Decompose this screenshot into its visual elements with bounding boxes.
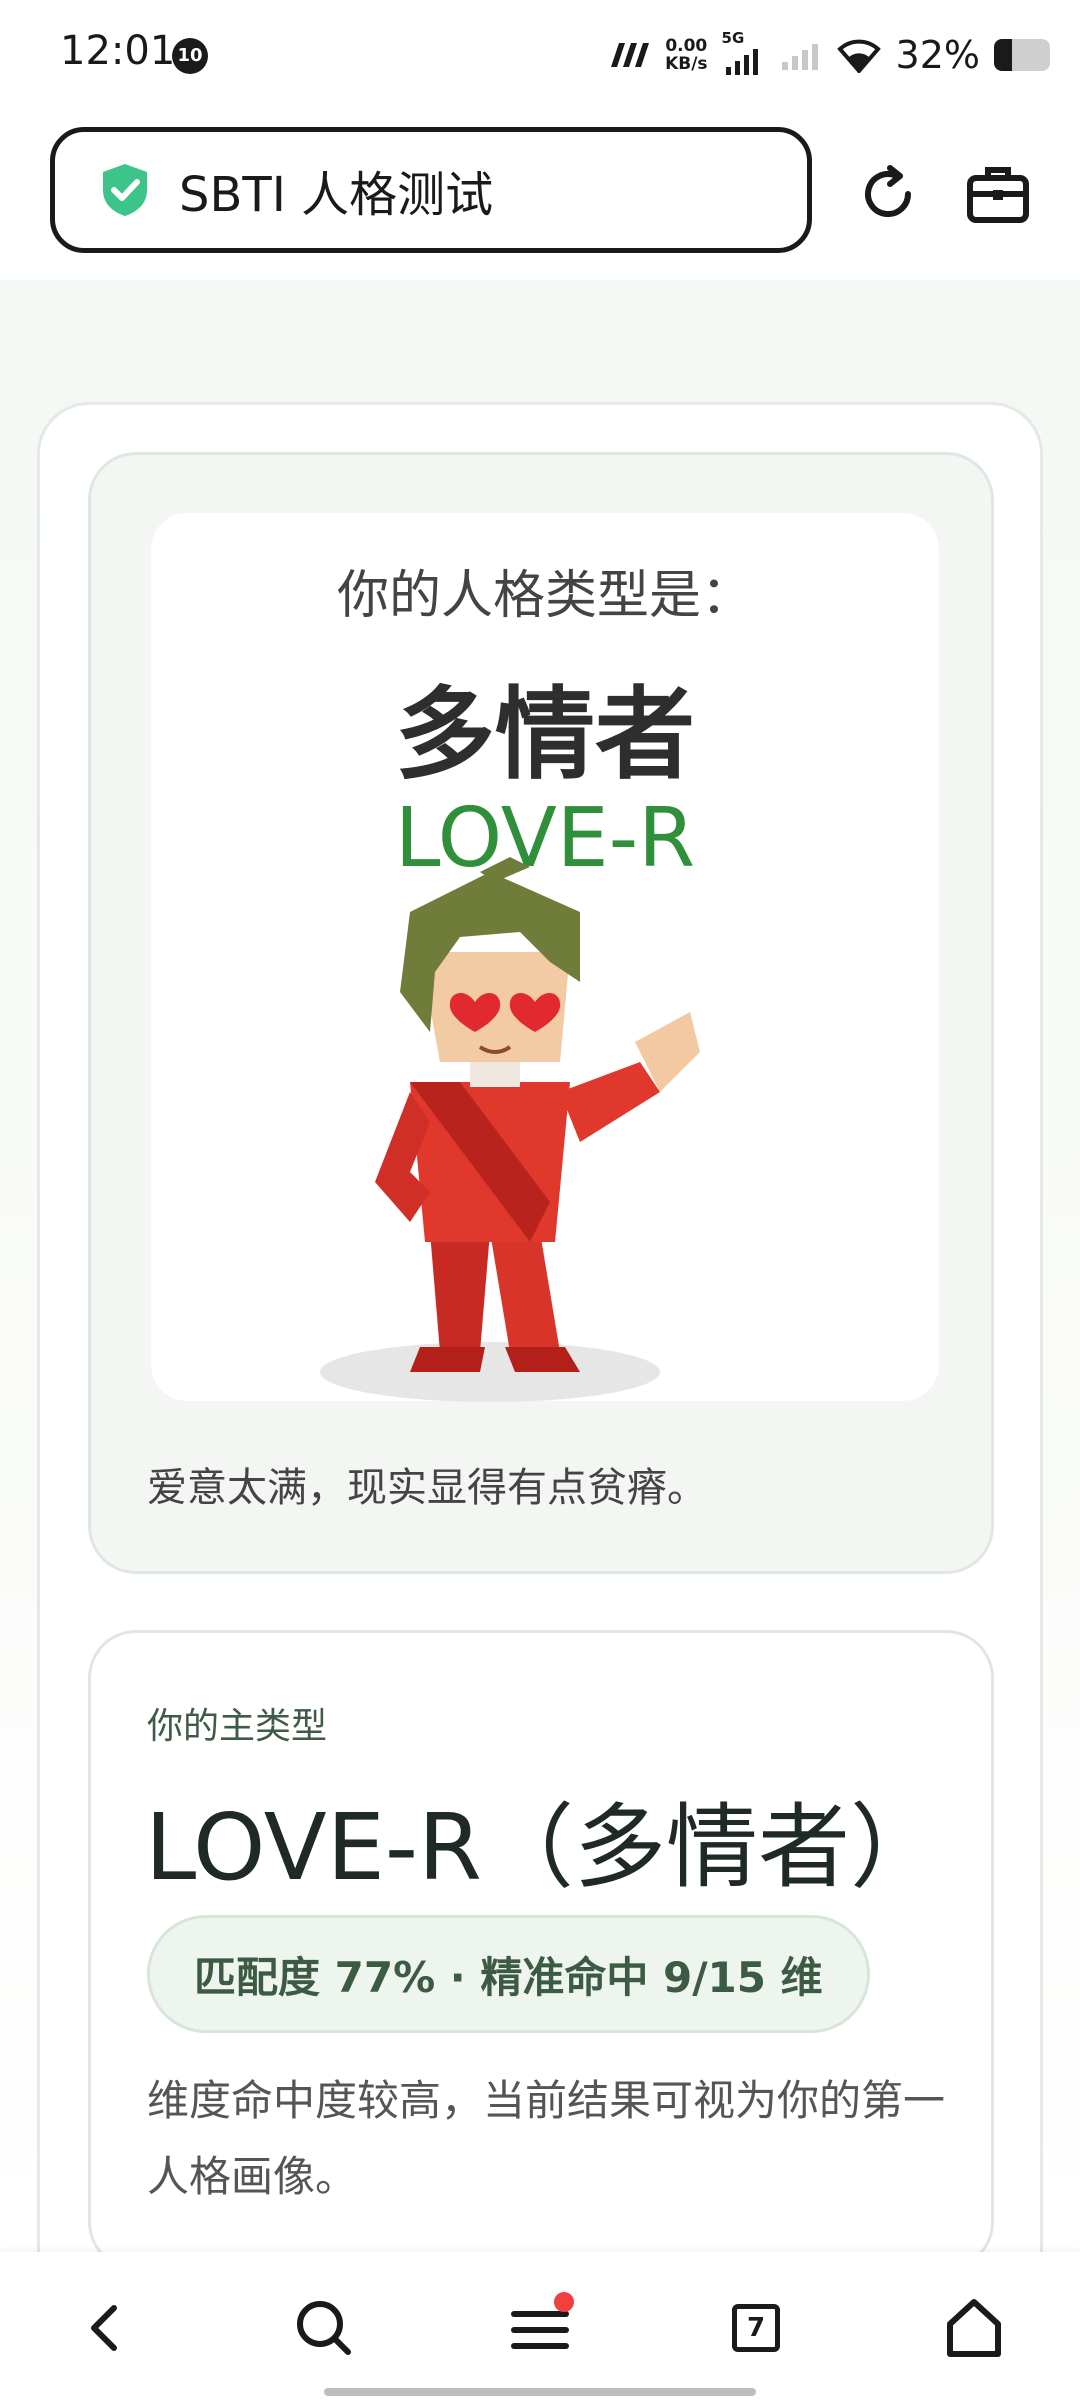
home-icon[interactable] <box>938 2292 1010 2364</box>
hero-description: 爱意太满，现实显得有点贫瘠。 <box>147 1465 707 1511</box>
main-type-card: 你的主类型 LOVE-R（多情者） 匹配度 77% · 精准命中 9/15 维 … <box>88 1630 994 2270</box>
main-type-label: 你的主类型 <box>147 1706 328 1747</box>
notification-count-icon: 10 <box>172 38 208 74</box>
status-icons: 0.00 KB/s 5G 32% <box>607 29 1050 80</box>
tabs-button[interactable]: 7 <box>720 2292 792 2364</box>
search-icon[interactable] <box>288 2292 360 2364</box>
network-speed: 0.00 KB/s <box>665 36 708 74</box>
reload-icon[interactable] <box>852 158 924 230</box>
browser-bottom-nav: 7 <box>0 2252 1080 2400</box>
hero-type-name: 多情者 <box>395 676 695 793</box>
shield-check-icon <box>103 164 147 216</box>
home-indicator[interactable] <box>324 2388 756 2396</box>
hero-subtitle: 你的人格类型是： <box>336 566 753 626</box>
main-type-title: LOVE-R（多情者） <box>145 1794 942 1901</box>
wifi-icon <box>836 39 881 73</box>
data-saver-icon <box>611 43 650 67</box>
clock: 12:01 <box>60 28 176 74</box>
character-illustration <box>320 857 700 1402</box>
menu-icon[interactable] <box>504 2292 576 2364</box>
tab-count: 7 <box>732 2304 780 2352</box>
battery-icon <box>994 39 1050 71</box>
toolbox-icon[interactable] <box>962 158 1034 230</box>
main-type-description: 维度命中度较高，当前结果可视为你的第一人格画像。 <box>147 2076 946 2201</box>
match-score-badge: 匹配度 77% · 精准命中 9/15 维 <box>147 1915 870 2033</box>
page-title: SBTI 人格测试 <box>179 167 494 223</box>
address-bar[interactable]: SBTI 人格测试 <box>50 127 812 253</box>
signal-5g-icon: 5G <box>722 29 766 77</box>
status-bar: 12:01 10 0.00 KB/s 5G 32% <box>0 0 1080 108</box>
battery-percent: 32% <box>895 33 980 77</box>
signal-secondary-icon <box>781 44 818 70</box>
back-icon[interactable] <box>70 2292 142 2364</box>
